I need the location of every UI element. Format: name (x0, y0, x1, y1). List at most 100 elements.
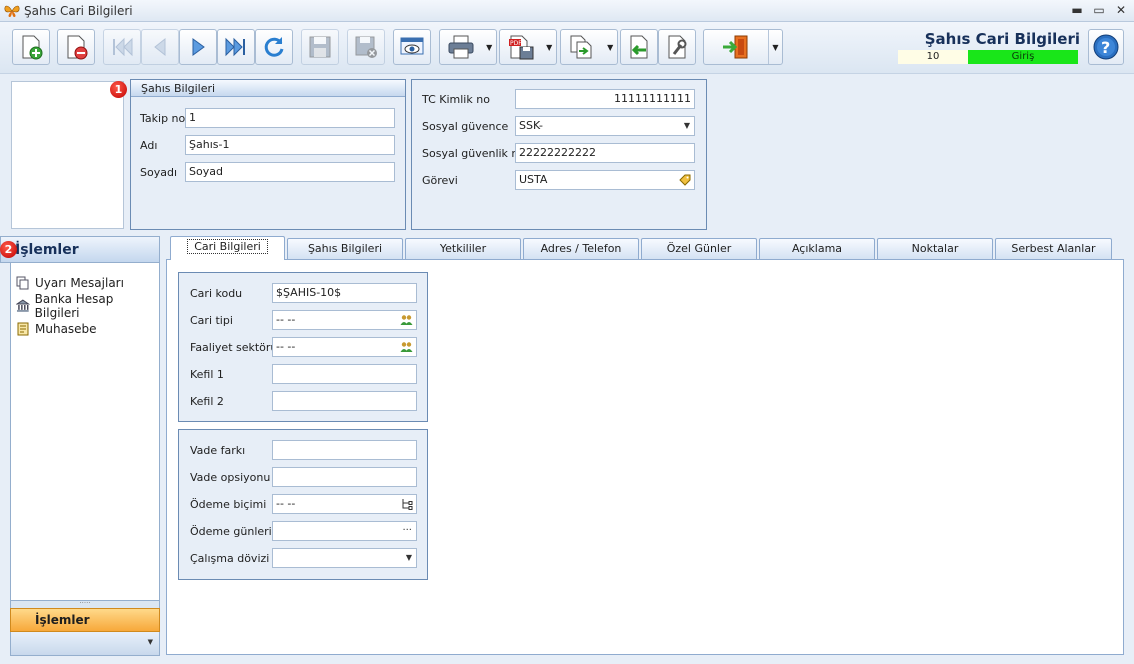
minimize-button[interactable]: ▬ (1066, 2, 1088, 19)
window-title: Şahıs Cari Bilgileri (24, 4, 133, 18)
tab-adres-telefon[interactable]: Adres / Telefon (523, 238, 639, 259)
help-button[interactable]: ? (1088, 29, 1124, 65)
sgk-select[interactable]: SSK- ▼ (515, 116, 695, 136)
delete-document-icon (67, 35, 88, 60)
messages-icon (16, 276, 29, 290)
tab-aciklama[interactable]: Açıklama (759, 238, 875, 259)
tab-cari-bilgileri[interactable]: Cari Bilgileri (170, 236, 285, 260)
new-record-button[interactable] (12, 29, 50, 65)
copy-document-icon (570, 35, 592, 59)
chevron-down-icon[interactable]: ▼ (603, 30, 617, 64)
exit-door-icon (723, 35, 748, 59)
accounting-icon (17, 322, 29, 336)
tab-serbest-alanlar[interactable]: Serbest Alanlar (995, 238, 1112, 259)
cancel-save-icon (355, 36, 377, 58)
tc-label: TC Kimlik no (422, 93, 490, 106)
refresh-icon (264, 37, 284, 57)
adi-input[interactable]: Şahıs-1 (185, 135, 395, 155)
cari-kodu-label: Cari kodu (190, 287, 243, 300)
tab-noktalar[interactable]: Noktalar (877, 238, 993, 259)
title-bar: Şahıs Cari Bilgileri ▬ ▭ ✕ (0, 0, 1134, 22)
odeme-bicimi-input[interactable]: -- -- (272, 494, 417, 514)
first-record-button[interactable] (103, 29, 141, 65)
odeme-gun-label: Ödeme günleri (190, 525, 272, 538)
gorev-value: USTA (519, 173, 548, 186)
people-icon[interactable] (400, 314, 413, 326)
kefil2-input[interactable] (272, 391, 417, 411)
print-button[interactable]: ▼ (439, 29, 497, 65)
next-record-icon (192, 38, 205, 56)
odeme-gun-input[interactable]: ··· (272, 521, 417, 541)
adi-label: Adı (140, 139, 158, 152)
preview-button[interactable] (393, 29, 431, 65)
chevron-down-icon[interactable]: ▼ (768, 30, 782, 64)
soyadi-label: Soyadı (140, 166, 178, 179)
chevron-down-icon[interactable]: ▼ (406, 549, 412, 567)
chevron-down-icon[interactable]: ▼ (684, 117, 690, 135)
cari-kodu-input[interactable]: $ŞAHIS-10$ (272, 283, 417, 303)
operations-item-uyari[interactable]: Uyarı Mesajları (16, 273, 124, 293)
chevron-down-icon[interactable]: ▼ (542, 30, 556, 64)
chevron-down-icon[interactable]: ▼ (148, 638, 153, 646)
tab-sahis-bilgileri[interactable]: Şahıs Bilgileri (287, 238, 403, 259)
sgk-no-input[interactable]: 22222222222 (515, 143, 695, 163)
operations-item-muhasebe[interactable]: Muhasebe (16, 319, 97, 339)
doviz-select[interactable]: ▼ (272, 548, 417, 568)
chevron-down-icon[interactable]: ▼ (482, 30, 496, 64)
kefil2-label: Kefil 2 (190, 395, 224, 408)
settings-wrench-icon (668, 35, 687, 59)
people-icon[interactable] (400, 341, 413, 353)
vade-farki-label: Vade farkı (190, 444, 246, 457)
kefil1-label: Kefil 1 (190, 368, 224, 381)
help-icon: ? (1093, 34, 1119, 60)
status-badge: Giriş (968, 50, 1078, 64)
vade-farki-input[interactable] (272, 440, 417, 460)
soyadi-input[interactable]: Soyad (185, 162, 395, 182)
gorev-input[interactable]: USTA (515, 170, 695, 190)
faaliyet-value: -- -- (276, 340, 296, 353)
cari-tipi-input[interactable]: -- -- (272, 310, 417, 330)
tab-yetkililer[interactable]: Yetkililer (405, 238, 521, 259)
kefil1-input[interactable] (272, 364, 417, 384)
sgk-no-label: Sosyal güvenlik no (422, 147, 526, 160)
ellipsis-button[interactable]: ··· (402, 522, 412, 540)
operations-footer[interactable]: ▼ (10, 632, 160, 656)
settings-button[interactable] (658, 29, 696, 65)
photo-box[interactable] (11, 81, 124, 229)
save-button[interactable] (301, 29, 339, 65)
odeme-bicimi-value: -- -- (276, 497, 296, 510)
vade-ops-label: Vade opsiyonu (190, 471, 271, 484)
takip-no-input[interactable]: 1 (185, 108, 395, 128)
delete-record-button[interactable] (57, 29, 95, 65)
copy-button[interactable]: ▼ (560, 29, 618, 65)
tag-icon[interactable] (679, 174, 691, 186)
import-button[interactable] (620, 29, 658, 65)
operations-item-banka[interactable]: Banka Hesap Bilgileri (16, 292, 159, 320)
takip-no-label: Takip no (140, 112, 186, 125)
tree-icon[interactable] (401, 498, 413, 510)
butterfly-icon (4, 5, 20, 17)
close-button[interactable]: ✕ (1110, 2, 1132, 19)
vade-ops-input[interactable] (272, 467, 417, 487)
tab-label: Cari Bilgileri (187, 239, 268, 254)
tab-ozel-gunler[interactable]: Özel Günler (641, 238, 757, 259)
operations-item-label: Muhasebe (35, 322, 97, 336)
next-record-button[interactable] (179, 29, 217, 65)
sgk-label: Sosyal güvence (422, 120, 509, 133)
cari-tipi-value: -- -- (276, 313, 296, 326)
operations-item-label: Uyarı Mesajları (35, 276, 124, 290)
last-record-button[interactable] (217, 29, 255, 65)
maximize-button[interactable]: ▭ (1088, 2, 1110, 19)
cancel-save-button[interactable] (347, 29, 385, 65)
exit-button[interactable]: ▼ (703, 29, 783, 65)
pdf-export-button[interactable]: PDF ▼ (499, 29, 557, 65)
pdf-export-icon: PDF (509, 35, 534, 60)
operations-pane-button[interactable]: İşlemler (10, 608, 160, 632)
faaliyet-input[interactable]: -- -- (272, 337, 417, 357)
splitter-grip[interactable]: ····· (10, 600, 160, 608)
refresh-button[interactable] (255, 29, 293, 65)
record-number: 10 (898, 50, 968, 64)
step-badge: 1 (110, 81, 127, 98)
tc-input[interactable]: 11111111111 (515, 89, 695, 109)
previous-record-button[interactable] (141, 29, 179, 65)
